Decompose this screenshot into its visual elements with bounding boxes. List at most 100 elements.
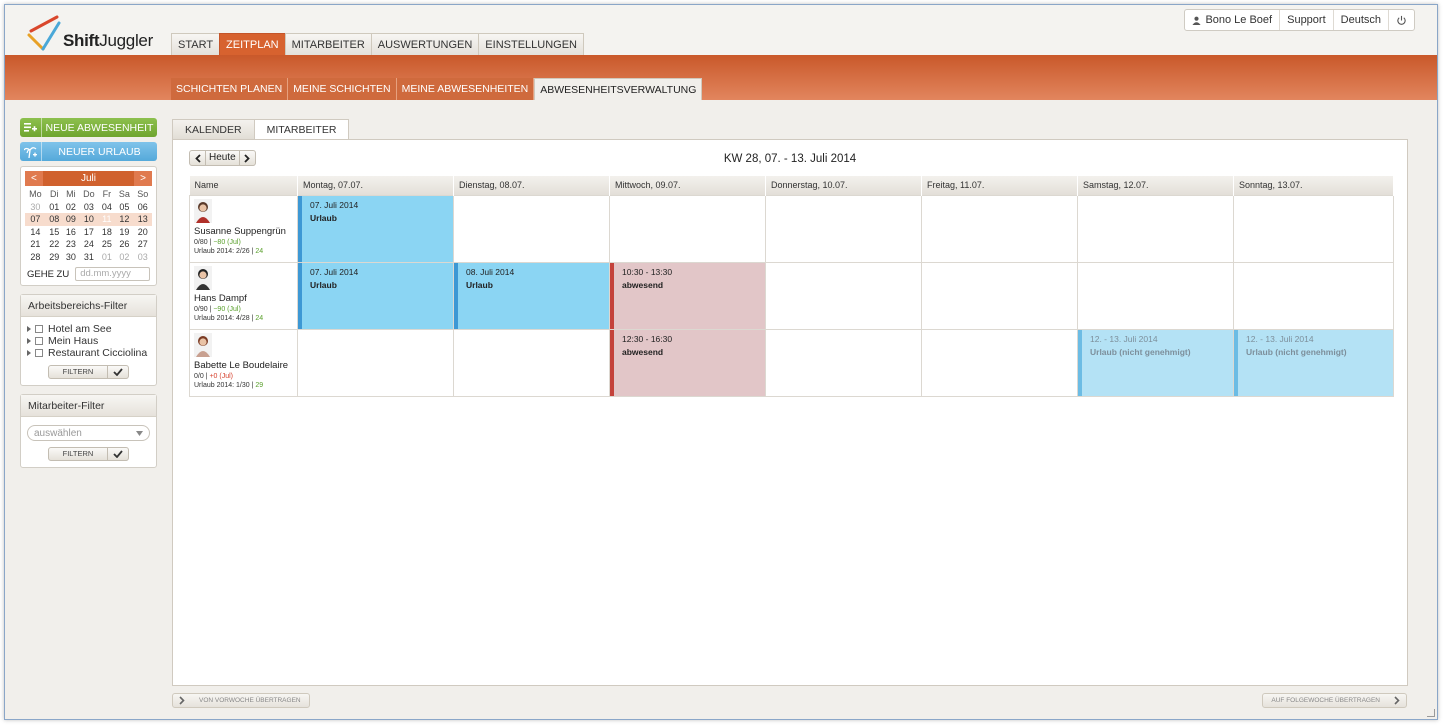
area-filter-item[interactable]: Mein Haus [27, 335, 150, 347]
checkbox[interactable] [35, 325, 43, 333]
resize-handle[interactable] [1427, 709, 1435, 717]
main-nav-mitarbeiter[interactable]: MITARBEITER [284, 33, 372, 55]
logo[interactable]: ShiftJuggler [23, 13, 163, 53]
day-cell[interactable] [921, 328, 1078, 397]
calendar-day[interactable]: 02 [63, 201, 80, 214]
main-nav-auswertungen[interactable]: AUSWERTUNGEN [370, 33, 480, 55]
calendar-day[interactable]: 19 [115, 226, 133, 239]
day-cell[interactable]: 12. - 13. Juli 2014 Urlaub (nicht genehmi… [1233, 328, 1394, 397]
calendar-day[interactable]: 27 [134, 238, 152, 251]
support-link[interactable]: Support [1280, 10, 1334, 30]
vacation-event[interactable]: 07. Juli 2014 Urlaub [298, 262, 453, 329]
area-filter-item[interactable]: Hotel am See [27, 323, 150, 335]
user-profile-link[interactable]: Bono Le Boef [1185, 10, 1281, 30]
calendar-day[interactable]: 16 [63, 226, 80, 239]
calendar-day[interactable]: 03 [134, 251, 152, 264]
day-cell[interactable] [297, 328, 454, 397]
day-cell[interactable] [609, 194, 766, 263]
day-cell[interactable]: 07. Juli 2014 Urlaub [297, 261, 454, 330]
calendar-day[interactable]: 31 [79, 251, 98, 264]
day-cell[interactable]: 07. Juli 2014 Urlaub [297, 194, 454, 263]
calendar-day[interactable]: 10 [79, 213, 99, 226]
pending-vacation-event[interactable]: 12. - 13. Juli 2014 Urlaub (nicht genehmi… [1078, 329, 1233, 396]
day-cell[interactable] [453, 328, 610, 397]
day-cell[interactable]: 08. Juli 2014 Urlaub [453, 261, 610, 330]
day-cell[interactable] [921, 194, 1078, 263]
calendar-day[interactable]: 25 [98, 238, 115, 251]
absence-event[interactable]: 10:30 - 13:30 abwesend [610, 262, 765, 329]
goto-date-input[interactable]: dd.mm.yyyy [75, 267, 150, 281]
calendar-next-month[interactable]: > [134, 171, 152, 186]
day-cell[interactable] [765, 194, 922, 263]
new-vacation-button[interactable]: NEUER URLAUB [20, 142, 157, 161]
day-cell[interactable] [1077, 194, 1234, 263]
sub-nav-schichten-planen[interactable]: SCHICHTEN PLANEN [171, 78, 289, 100]
day-cell[interactable] [765, 328, 922, 397]
day-cell[interactable] [453, 194, 610, 263]
calendar-day[interactable]: 28 [25, 251, 46, 264]
calendar-day[interactable]: 30 [25, 201, 46, 214]
calendar-day[interactable]: 01 [98, 251, 115, 264]
expand-arrow-icon[interactable] [27, 338, 31, 344]
area-filter-item[interactable]: Restaurant Cicciolina [27, 347, 150, 359]
calendar-day[interactable]: 09 [62, 213, 80, 226]
sub-nav-abwesenheitsverwaltung[interactable]: ABWESENHEITSVERWALTUNG [534, 78, 703, 100]
sub-nav-meine-schichten[interactable]: MEINE SCHICHTEN [288, 78, 397, 100]
calendar-day[interactable]: 20 [134, 226, 152, 239]
expand-arrow-icon[interactable] [27, 350, 31, 356]
calendar-day[interactable]: 05 [115, 201, 133, 214]
area-filter-button[interactable]: FILTERN [47, 365, 130, 379]
employee-filter-button[interactable]: FILTERN [47, 447, 130, 461]
calendar-day[interactable]: 02 [115, 251, 133, 264]
expand-arrow-icon[interactable] [27, 326, 31, 332]
calendar-day[interactable]: 30 [63, 251, 80, 264]
calendar-day[interactable]: 22 [46, 238, 63, 251]
main-nav-zeitplan[interactable]: ZEITPLAN [219, 33, 286, 55]
copy-to-next-week-button[interactable]: AUF FOLGEWOCHE ÜBERTRAGEN [1262, 693, 1407, 708]
calendar-day[interactable]: 04 [98, 201, 115, 214]
logout-button[interactable] [1389, 10, 1414, 30]
calendar-day[interactable]: 06 [134, 201, 152, 214]
calendar-day[interactable]: 08 [45, 213, 63, 226]
day-cell[interactable] [1233, 261, 1394, 330]
employee-select[interactable]: auswählen [27, 425, 150, 441]
new-absence-button[interactable]: NEUE ABWESENHEIT [20, 118, 157, 137]
calendar-day[interactable]: 17 [79, 226, 98, 239]
sub-nav-meine-abwesenheiten[interactable]: MEINE ABWESENHEITEN [396, 78, 535, 100]
calendar-day[interactable]: 13 [133, 213, 152, 226]
day-cell[interactable] [921, 261, 1078, 330]
tab-mitarbeiter[interactable]: MITARBEITER [253, 119, 350, 139]
calendar-day[interactable]: 26 [115, 238, 133, 251]
calendar-day[interactable]: 18 [98, 226, 115, 239]
employee-cell[interactable]: Hans Dampf 0/90 | −90 (Jul) Urlaub 2014: 4… [189, 261, 298, 330]
absence-event[interactable]: 12:30 - 16:30 abwesend [610, 329, 765, 396]
day-cell[interactable] [1233, 194, 1394, 263]
vacation-event[interactable]: 07. Juli 2014 Urlaub [298, 195, 453, 262]
calendar-day[interactable]: 07 [25, 213, 46, 226]
calendar-day[interactable]: 03 [79, 201, 98, 214]
main-nav-start[interactable]: START [171, 33, 221, 55]
tab-kalender[interactable]: KALENDER [172, 119, 255, 139]
calendar-prev-month[interactable]: < [25, 171, 43, 186]
employee-cell[interactable]: Susanne Suppengrün 0/80 | −80 (Jul) Urlaub… [189, 194, 298, 263]
calendar-day[interactable]: 29 [46, 251, 63, 264]
calendar-day[interactable]: 23 [63, 238, 80, 251]
day-cell[interactable]: 12. - 13. Juli 2014 Urlaub (nicht genehmi… [1077, 328, 1234, 397]
calendar-day[interactable]: 15 [46, 226, 63, 239]
main-nav-einstellungen[interactable]: EINSTELLUNGEN [478, 33, 584, 55]
day-cell[interactable]: 12:30 - 16:30 abwesend [609, 328, 766, 397]
checkbox[interactable] [35, 349, 43, 357]
calendar-day[interactable]: 01 [46, 201, 63, 214]
day-cell[interactable] [765, 261, 922, 330]
calendar-day[interactable]: 21 [25, 238, 46, 251]
copy-from-previous-week-button[interactable]: VON VORWOCHE ÜBERTRAGEN [172, 693, 310, 708]
day-cell[interactable] [1077, 261, 1234, 330]
vacation-event[interactable]: 08. Juli 2014 Urlaub [454, 262, 609, 329]
checkbox[interactable] [35, 337, 43, 345]
language-select[interactable]: Deutsch [1334, 10, 1389, 30]
pending-vacation-event[interactable]: 12. - 13. Juli 2014 Urlaub (nicht genehmi… [1234, 329, 1393, 396]
calendar-day[interactable]: 14 [25, 226, 46, 239]
day-cell[interactable]: 10:30 - 13:30 abwesend [609, 261, 766, 330]
calendar-day-today[interactable]: 11 [98, 213, 116, 226]
calendar-day[interactable]: 12 [115, 213, 134, 226]
